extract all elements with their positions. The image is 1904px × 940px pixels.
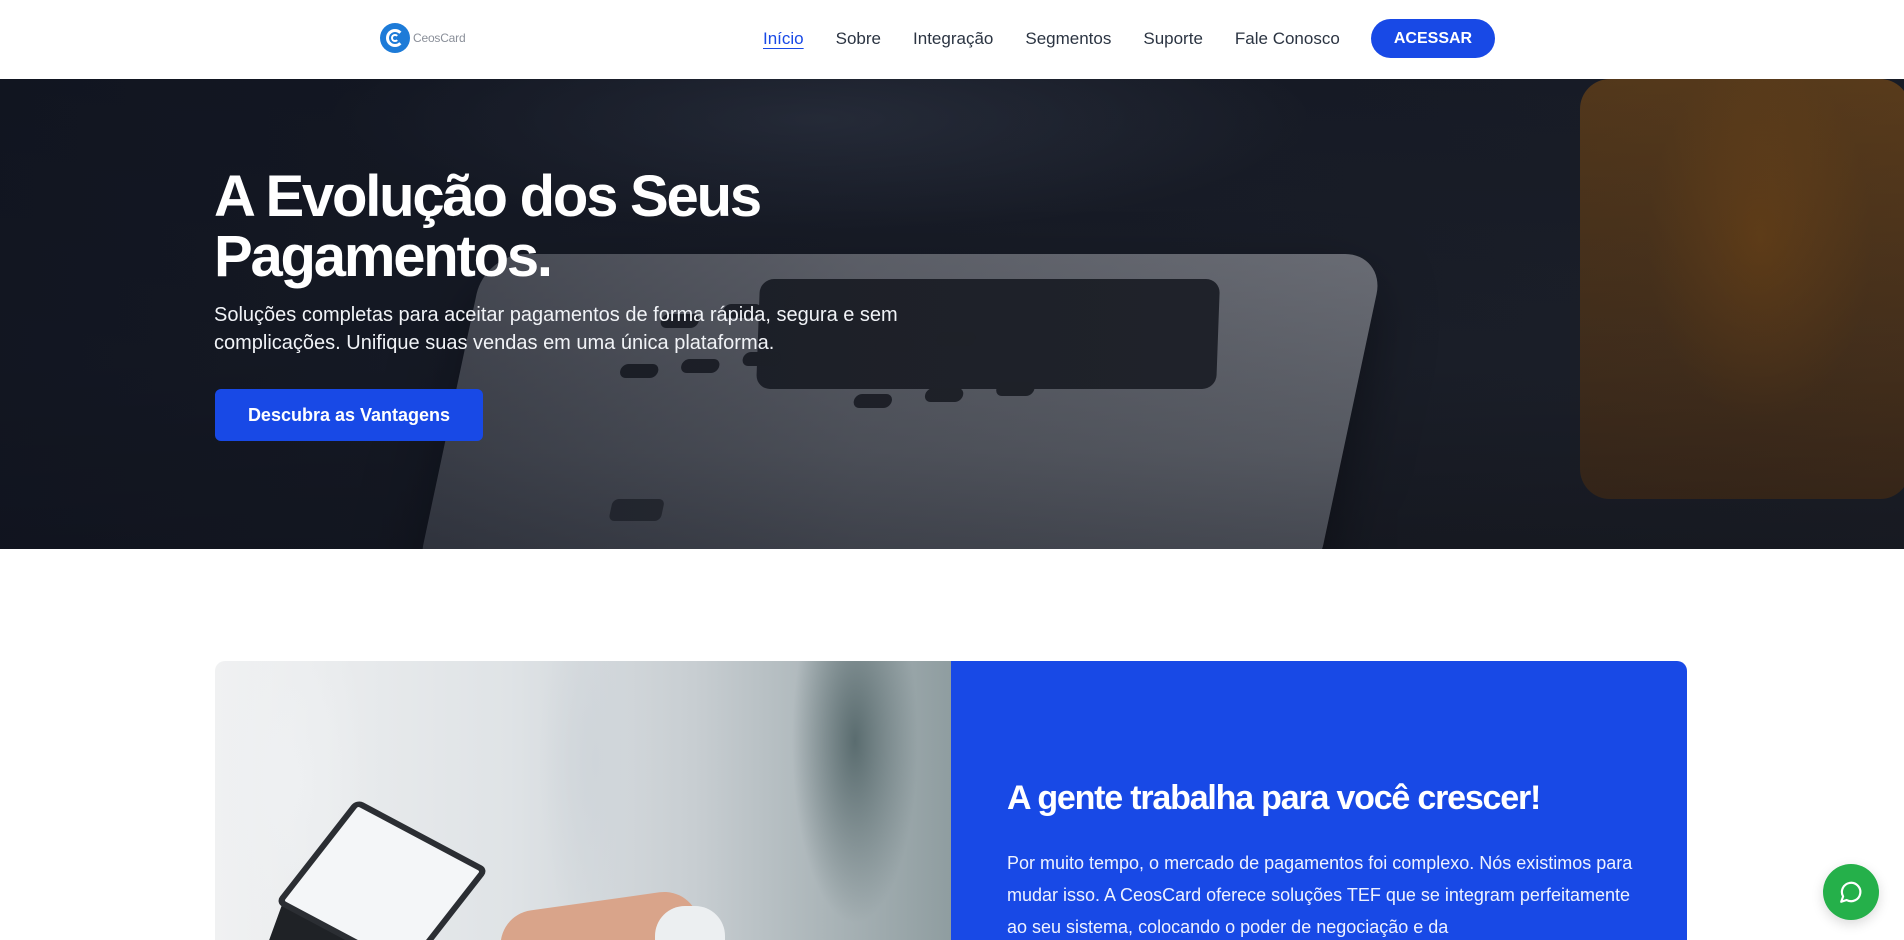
- main-nav: Início Sobre Integração Segmentos Suport…: [763, 19, 1372, 59]
- hero-title: A Evolução dos Seus Pagamentos.: [214, 164, 762, 289]
- about-text-panel: A gente trabalha para você crescer! Por …: [951, 661, 1687, 940]
- nav-item-fale-conosco[interactable]: Fale Conosco: [1235, 29, 1340, 49]
- whatsapp-chat-icon: [1840, 881, 1862, 903]
- nav-item-integracao[interactable]: Integração: [913, 29, 993, 49]
- hero-section: A Evolução dos Seus Pagamentos. Soluções…: [0, 79, 1904, 549]
- nav-item-sobre[interactable]: Sobre: [836, 29, 881, 49]
- ceoscard-logo-icon: [380, 23, 410, 53]
- logo[interactable]: CeosCard: [380, 23, 466, 53]
- descubra-vantagens-button[interactable]: Descubra as Vantagens: [215, 389, 483, 441]
- nav-item-segmentos[interactable]: Segmentos: [1025, 29, 1111, 49]
- nav-item-suporte[interactable]: Suporte: [1143, 29, 1203, 49]
- about-card: A gente trabalha para você crescer! Por …: [215, 661, 1687, 940]
- hero-subtitle: Soluções completas para aceitar pagament…: [214, 304, 898, 354]
- about-title: A gente trabalha para você crescer!: [1007, 779, 1541, 817]
- whatsapp-chat-button[interactable]: [1823, 864, 1879, 920]
- about-photo: [215, 661, 951, 940]
- acessar-button[interactable]: ACESSAR: [1371, 19, 1495, 58]
- site-header: CeosCard Início Sobre Integração Segment…: [0, 0, 1904, 79]
- about-text: Por muito tempo, o mercado de pagamentos…: [1007, 853, 1633, 937]
- logo-text: CeosCard: [413, 31, 466, 45]
- nav-item-inicio[interactable]: Início: [763, 29, 804, 49]
